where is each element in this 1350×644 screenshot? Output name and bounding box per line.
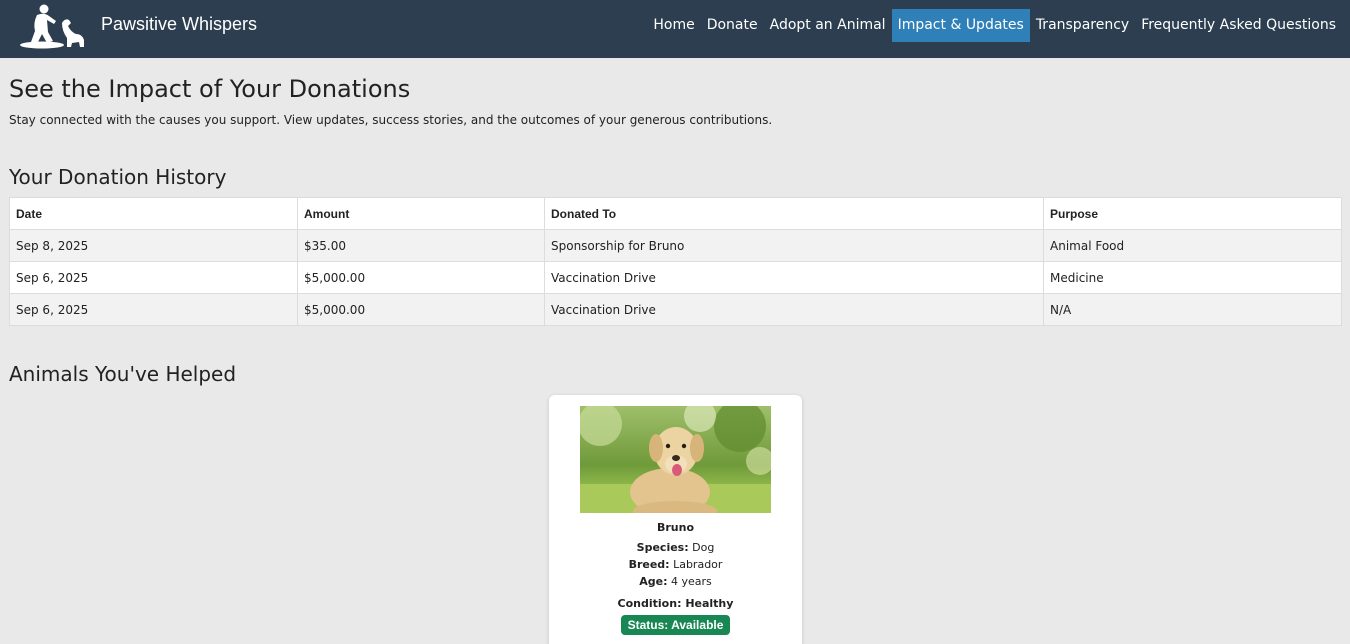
animal-breed: Breed: Labrador — [549, 558, 802, 571]
cell-date: Sep 6, 2025 — [9, 293, 298, 326]
cell-amount: $5,000.00 — [297, 261, 545, 294]
cell-purpose: Animal Food — [1043, 229, 1342, 262]
brand-name[interactable]: Pawsitive Whispers — [101, 14, 257, 35]
animal-card[interactable]: Bruno Species: Dog Breed: Labrador Age: … — [549, 395, 802, 644]
status-badge: Status: Available — [621, 615, 730, 635]
animal-name: Bruno — [656, 521, 695, 534]
animal-species: Species: Dog — [549, 541, 802, 554]
cell-date: Sep 8, 2025 — [9, 229, 298, 262]
status-label: Status: — [627, 618, 669, 632]
donation-history-heading: Your Donation History — [9, 165, 227, 189]
animal-condition: Condition: Healthy — [549, 597, 802, 610]
nav-home[interactable]: Home — [647, 9, 700, 42]
breed-label: Breed: — [628, 558, 670, 571]
col-donated-to: Donated To — [544, 197, 1044, 230]
col-purpose: Purpose — [1043, 197, 1342, 230]
age-value: 4 years — [670, 575, 712, 588]
status-value: Available — [671, 618, 724, 632]
table-row: Sep 6, 2025 $5,000.00 Vaccination Drive … — [9, 261, 1342, 294]
cell-amount: $5,000.00 — [297, 293, 545, 326]
page-subtitle: Stay connected with the causes you suppo… — [9, 113, 773, 127]
species-label: Species: — [636, 541, 689, 554]
age-label: Age: — [639, 575, 668, 588]
donation-history-table: Date Amount Donated To Purpose Sep 8, 20… — [9, 197, 1342, 326]
cell-purpose: Medicine — [1043, 261, 1342, 294]
condition-value: Healthy — [685, 597, 734, 610]
person-with-dog-logo-icon[interactable] — [18, 3, 86, 49]
cell-donated-to: Vaccination Drive — [544, 293, 1044, 326]
table-row: Sep 8, 2025 $35.00 Sponsorship for Bruno… — [9, 229, 1342, 262]
cell-donated-to: Vaccination Drive — [544, 261, 1044, 294]
cell-date: Sep 6, 2025 — [9, 261, 298, 294]
main-nav: Home Donate Adopt an Animal Impact & Upd… — [647, 9, 1342, 42]
nav-adopt[interactable]: Adopt an Animal — [764, 9, 892, 42]
condition-label: Condition: — [617, 597, 682, 610]
animal-age: Age: 4 years — [549, 575, 802, 588]
table-row: Sep 6, 2025 $5,000.00 Vaccination Drive … — [9, 293, 1342, 326]
labrador-dog-photo — [580, 406, 771, 513]
nav-faq[interactable]: Frequently Asked Questions — [1135, 9, 1342, 42]
cell-donated-to: Sponsorship for Bruno — [544, 229, 1044, 262]
top-navbar: Pawsitive Whispers Home Donate Adopt an … — [0, 0, 1350, 58]
animals-helped-heading: Animals You've Helped — [9, 362, 237, 386]
page-title: See the Impact of Your Donations — [9, 75, 411, 103]
nav-transparency[interactable]: Transparency — [1030, 9, 1135, 42]
col-amount: Amount — [297, 197, 545, 230]
cell-amount: $35.00 — [297, 229, 545, 262]
species-value: Dog — [692, 541, 715, 554]
cell-purpose: N/A — [1043, 293, 1342, 326]
table-header-row: Date Amount Donated To Purpose — [9, 197, 1342, 230]
nav-impact-updates[interactable]: Impact & Updates — [891, 9, 1030, 42]
col-date: Date — [9, 197, 298, 230]
nav-donate[interactable]: Donate — [701, 9, 764, 42]
breed-value: Labrador — [673, 558, 723, 571]
